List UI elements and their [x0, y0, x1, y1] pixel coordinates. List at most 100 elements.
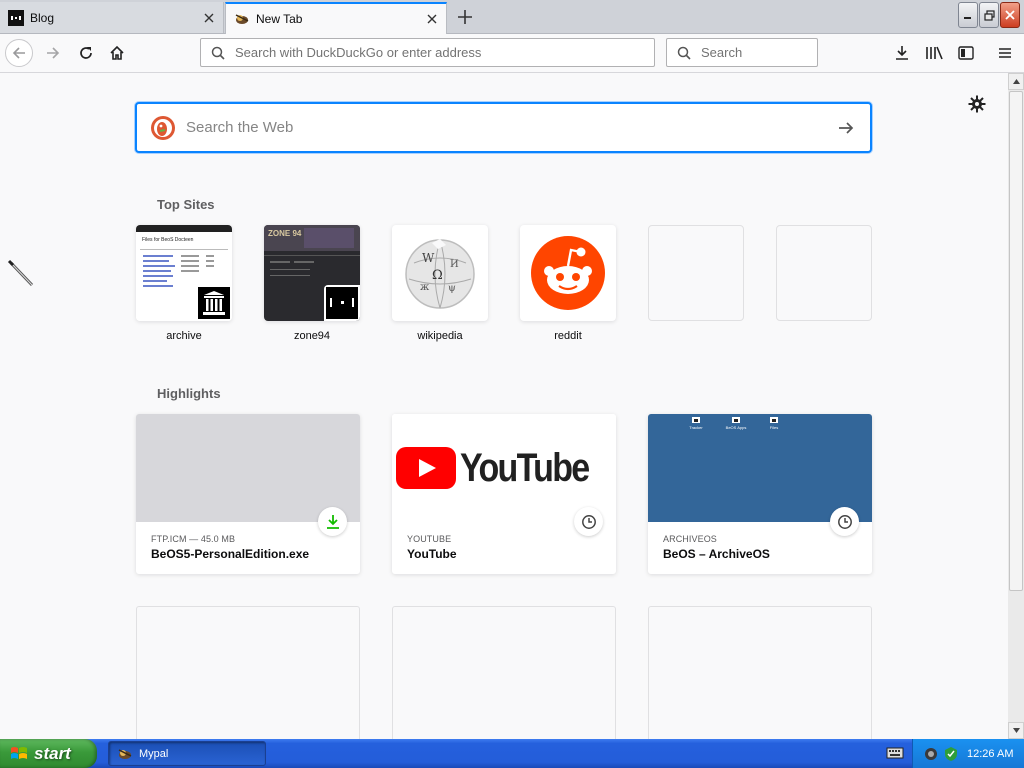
tab-title: New Tab [256, 12, 303, 26]
library-icon [926, 46, 943, 60]
mypal-icon [118, 748, 132, 759]
reload-button[interactable] [72, 39, 100, 67]
taskbar-item-mypal[interactable]: Mypal [108, 741, 266, 766]
youtube-logo-text: YouTube [460, 445, 590, 490]
close-tab-icon[interactable] [201, 10, 217, 26]
search-input[interactable] [699, 44, 879, 61]
highlights-heading: Highlights [157, 386, 221, 401]
clock-icon [830, 507, 859, 536]
search-submit-button[interactable] [836, 118, 856, 138]
zone94-thumbnail-heading: ZONE 94 [268, 229, 302, 238]
url-input[interactable] [233, 44, 654, 61]
windows-taskbar: start Mypal 12:26 AM [0, 739, 1024, 768]
zone94-logo-icon [324, 285, 360, 321]
top-site-zone94[interactable]: ZONE 94 zone94 [264, 225, 360, 342]
downloads-button[interactable] [890, 41, 914, 65]
hamburger-menu-icon [999, 48, 1011, 58]
library-button[interactable] [922, 41, 946, 65]
minimize-button[interactable] [958, 2, 978, 28]
clock: 12:26 AM [967, 747, 1014, 760]
card-preview [136, 414, 360, 522]
download-icon [896, 46, 908, 60]
highlight-card-beos-download[interactable]: FTP.ICM — 45.0 MB BeOS5-PersonalEdition.… [136, 414, 360, 574]
windows-logo-icon [11, 746, 27, 759]
navigation-toolbar [0, 34, 1024, 73]
mypal-favicon-icon [234, 11, 250, 27]
new-tab-page: Top Sites Files for BeoS Docteen archive [0, 73, 1008, 739]
svg-text:W: W [422, 251, 435, 265]
search-bar[interactable] [666, 38, 879, 67]
pen-tool-icon [4, 259, 36, 291]
plus-icon [458, 10, 472, 24]
card-title: YouTube [407, 547, 457, 561]
top-site-archive[interactable]: Files for BeoS Docteen archive [136, 225, 232, 342]
svg-text:Ω: Ω [432, 268, 443, 283]
arrow-left-icon [12, 47, 25, 59]
reddit-logo-icon [531, 236, 605, 310]
card-title: BeOS5-PersonalEdition.exe [151, 547, 310, 561]
gear-icon [968, 95, 986, 113]
site-thumbnail: Files for BeoS Docteen [136, 225, 232, 321]
top-site-reddit[interactable]: reddit [520, 225, 616, 342]
customize-button[interactable] [966, 93, 988, 115]
site-thumbnail: W Ω И ж ψ [392, 225, 488, 321]
sidebar-icon [958, 46, 974, 60]
start-label: start [34, 743, 71, 763]
empty-site-tile [776, 225, 872, 321]
forward-button[interactable] [39, 39, 67, 67]
card-meta: YOUTUBE [407, 534, 452, 544]
url-bar[interactable] [200, 38, 655, 67]
web-search-box[interactable] [135, 102, 872, 153]
card-preview: YouTube [392, 414, 616, 522]
top-site-empty-slot[interactable] [776, 225, 872, 330]
card-preview: Tracker BeOS Apps Files [648, 414, 872, 522]
close-icon [1005, 10, 1015, 20]
task-label: Mypal [139, 747, 169, 760]
restore-button[interactable] [979, 2, 999, 28]
site-label: reddit [554, 330, 582, 342]
clock-icon [574, 507, 603, 536]
arrow-right-icon [839, 121, 854, 134]
close-window-button[interactable] [1000, 2, 1020, 28]
youtube-play-icon [396, 447, 457, 489]
highlight-card-youtube[interactable]: YouTube YOUTUBE YouTube [392, 414, 616, 574]
start-button[interactable]: start [0, 739, 97, 768]
tab-blog[interactable]: Blog [0, 2, 224, 33]
close-tab-icon[interactable] [424, 11, 440, 27]
sidebar-button[interactable] [954, 41, 978, 65]
archiveos-desktop-image [692, 417, 778, 423]
site-thumbnail: ZONE 94 [264, 225, 360, 321]
download-icon [318, 507, 347, 536]
network-icon[interactable] [923, 746, 939, 762]
reload-icon [80, 47, 92, 59]
security-shield-icon[interactable] [943, 746, 959, 762]
minimize-icon [964, 17, 971, 19]
site-thumbnail [520, 225, 616, 321]
tab-title: Blog [30, 10, 55, 25]
window-controls [958, 2, 1020, 28]
svg-text:ψ: ψ [448, 283, 456, 294]
keyboard-icon[interactable] [886, 745, 904, 761]
empty-highlight-slot [648, 606, 872, 739]
restore-icon [983, 9, 995, 21]
tab-new-tab[interactable]: New Tab [225, 2, 447, 34]
web-search-input[interactable] [184, 118, 836, 137]
search-icon [675, 44, 693, 62]
wikipedia-globe-icon: W Ω И ж ψ [405, 239, 475, 309]
scroll-down-icon[interactable] [1008, 722, 1024, 739]
top-site-empty-slot[interactable] [648, 225, 744, 330]
menu-button[interactable] [993, 41, 1017, 65]
top-site-wikipedia[interactable]: W Ω И ж ψ wikipedia [392, 225, 488, 342]
archiveos-icon-label: Files [769, 425, 779, 430]
scrollbar-thumb[interactable] [1009, 91, 1023, 591]
archive-logo-icon [196, 285, 232, 321]
highlight-card-archiveos[interactable]: Tracker BeOS Apps Files ARCHIVEOS BeOS –… [648, 414, 872, 574]
home-button[interactable] [103, 39, 131, 67]
vertical-scrollbar[interactable] [1008, 73, 1024, 739]
top-sites-heading: Top Sites [157, 197, 215, 212]
new-tab-button[interactable] [452, 5, 478, 29]
card-meta: ARCHIVEOS [663, 534, 717, 544]
scroll-up-icon[interactable] [1008, 73, 1024, 90]
back-button[interactable] [5, 39, 33, 67]
archiveos-icon-label: BeOS Apps [725, 425, 747, 430]
